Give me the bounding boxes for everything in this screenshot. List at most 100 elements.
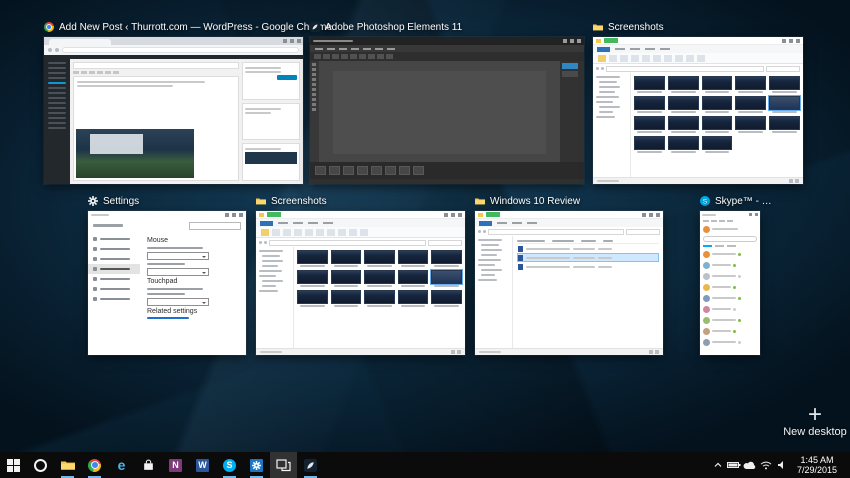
thumbnail-title: Screenshots: [271, 195, 327, 207]
tool-icon: [312, 68, 316, 71]
cortana-button[interactable]: [27, 452, 54, 478]
file-row: [517, 244, 659, 253]
settings-title-bar: [88, 211, 246, 219]
settings-nav-pane: [88, 232, 140, 355]
tool-icon: [312, 98, 316, 101]
file-name-line: [772, 131, 797, 133]
file-name-line: [526, 265, 570, 268]
clock-date: 7/29/2015: [796, 465, 837, 475]
menu-item-line: [339, 47, 347, 50]
file-name-line: [704, 151, 730, 153]
task-view-thumbnail-wordpress-chrome[interactable]: Add New Post ‹ Thurrott.com — WordPress …: [44, 21, 332, 184]
start-button[interactable]: [0, 452, 27, 478]
task-view-thumbnail-screenshots-top[interactable]: Screenshots: [593, 21, 803, 184]
volume-indicator[interactable]: [774, 452, 790, 478]
sidebar-menu-item: [48, 77, 66, 79]
taskbar-chrome[interactable]: [81, 452, 108, 478]
ribbon-command-icon: [598, 54, 606, 62]
onedrive-indicator[interactable]: [742, 452, 758, 478]
explorer-status-bar: [256, 348, 465, 355]
touchpad-heading: Touchpad: [147, 278, 178, 285]
explorer-window-preview: [593, 37, 803, 184]
folder-icon: [256, 196, 266, 206]
file-date-line: [573, 256, 595, 259]
file-name-line: [434, 285, 459, 287]
window-controls: [642, 212, 660, 217]
browser-tab: [49, 39, 111, 45]
featured-image-panel: [242, 143, 300, 182]
task-view-button[interactable]: [270, 452, 297, 478]
windows-logo-icon: [7, 458, 20, 472]
file-type-line: [598, 265, 612, 268]
task-view-thumbnail-settings[interactable]: Settings Mouse Touchpad Related settings: [88, 195, 246, 355]
browser-toolbar: [44, 45, 303, 55]
settings-window-preview: Mouse Touchpad Related settings: [88, 211, 246, 355]
view-switcher: [649, 350, 659, 354]
nav-item-line: [481, 254, 497, 256]
contact-row: [703, 293, 757, 303]
date-column-line: [552, 239, 574, 242]
task-view-thumbnail-photoshop[interactable]: Adobe Photoshop Elements 11: [310, 21, 584, 184]
sidebar-menu-item: [48, 92, 66, 94]
ribbon-command-icon: [697, 54, 705, 62]
taskbar-store[interactable]: [135, 452, 162, 478]
ribbon-command-icon: [327, 228, 335, 236]
sidebar-menu-item: [48, 127, 66, 129]
close-icon: [755, 213, 758, 216]
cortana-circle-icon: [34, 458, 47, 472]
file-row: [517, 262, 659, 271]
folder-mini-icon: [259, 212, 264, 217]
taskbar-edge[interactable]: e: [108, 452, 135, 478]
skype-profile-row: [700, 223, 760, 235]
taskbar-skype[interactable]: S: [216, 452, 243, 478]
screenshot-thumbnail: [769, 76, 800, 90]
nav-item-icon: [93, 257, 97, 261]
task-view-thumbnail-skype[interactable]: S Skype™ - …: [700, 195, 772, 355]
photoshop-workspace: [310, 61, 584, 162]
caption-line: [147, 263, 185, 265]
sidebar-menu-item: [48, 112, 66, 114]
presence-dot: [733, 329, 736, 333]
screenshot-thumbnail: [364, 270, 395, 284]
battery-indicator[interactable]: [726, 452, 742, 478]
taskbar-clock[interactable]: 1:45 AM 7/29/2015: [790, 455, 844, 475]
file-date-line: [573, 265, 595, 268]
new-desktop-button[interactable]: + New desktop: [779, 403, 850, 439]
option-icon: [323, 54, 330, 59]
screenshot-thumbnail: [667, 76, 699, 90]
avatar: [703, 225, 710, 233]
settings-nav-item: [88, 264, 140, 274]
taskbar-word[interactable]: W: [189, 452, 216, 478]
option-icon: [368, 54, 375, 59]
hidden-icons-chevron[interactable]: [710, 452, 726, 478]
screenshot-thumbnail: [397, 250, 429, 264]
ribbon-command-icon: [349, 228, 357, 236]
settings-body: Mouse Touchpad Related settings: [88, 232, 246, 355]
nav-item-line: [100, 258, 130, 260]
ribbon-command-icon: [653, 54, 661, 62]
settings-header: [88, 219, 246, 232]
file-name-line: [367, 265, 392, 267]
maximize-icon: [232, 213, 236, 217]
network-indicator[interactable]: [758, 452, 774, 478]
store-bag-icon: [144, 459, 153, 470]
file-name-line: [400, 285, 426, 287]
task-view-thumbnail-screenshots-bottom[interactable]: Screenshots: [256, 195, 465, 355]
navigation-pane: [475, 236, 513, 348]
task-view-thumbnail-windows10-review[interactable]: Windows 10 Review: [475, 195, 663, 355]
taskbar-file-explorer[interactable]: [54, 452, 81, 478]
presence-dot: [738, 318, 741, 322]
text-line: [245, 107, 282, 110]
screenshot-tile: [330, 270, 362, 287]
sidebar-menu-item: [48, 62, 66, 64]
taskbar-onenote[interactable]: N: [162, 452, 189, 478]
menu-item-line: [375, 47, 383, 50]
menu-item-line: [387, 47, 395, 50]
bin-thumbnail: [329, 166, 340, 175]
taskbar-settings[interactable]: [243, 452, 270, 478]
file-name-line: [434, 305, 459, 307]
file-list-details: [513, 236, 663, 348]
taskbar-photoshop-elements[interactable]: [297, 452, 324, 478]
avatar: [703, 327, 710, 335]
up-icon: [601, 67, 604, 70]
